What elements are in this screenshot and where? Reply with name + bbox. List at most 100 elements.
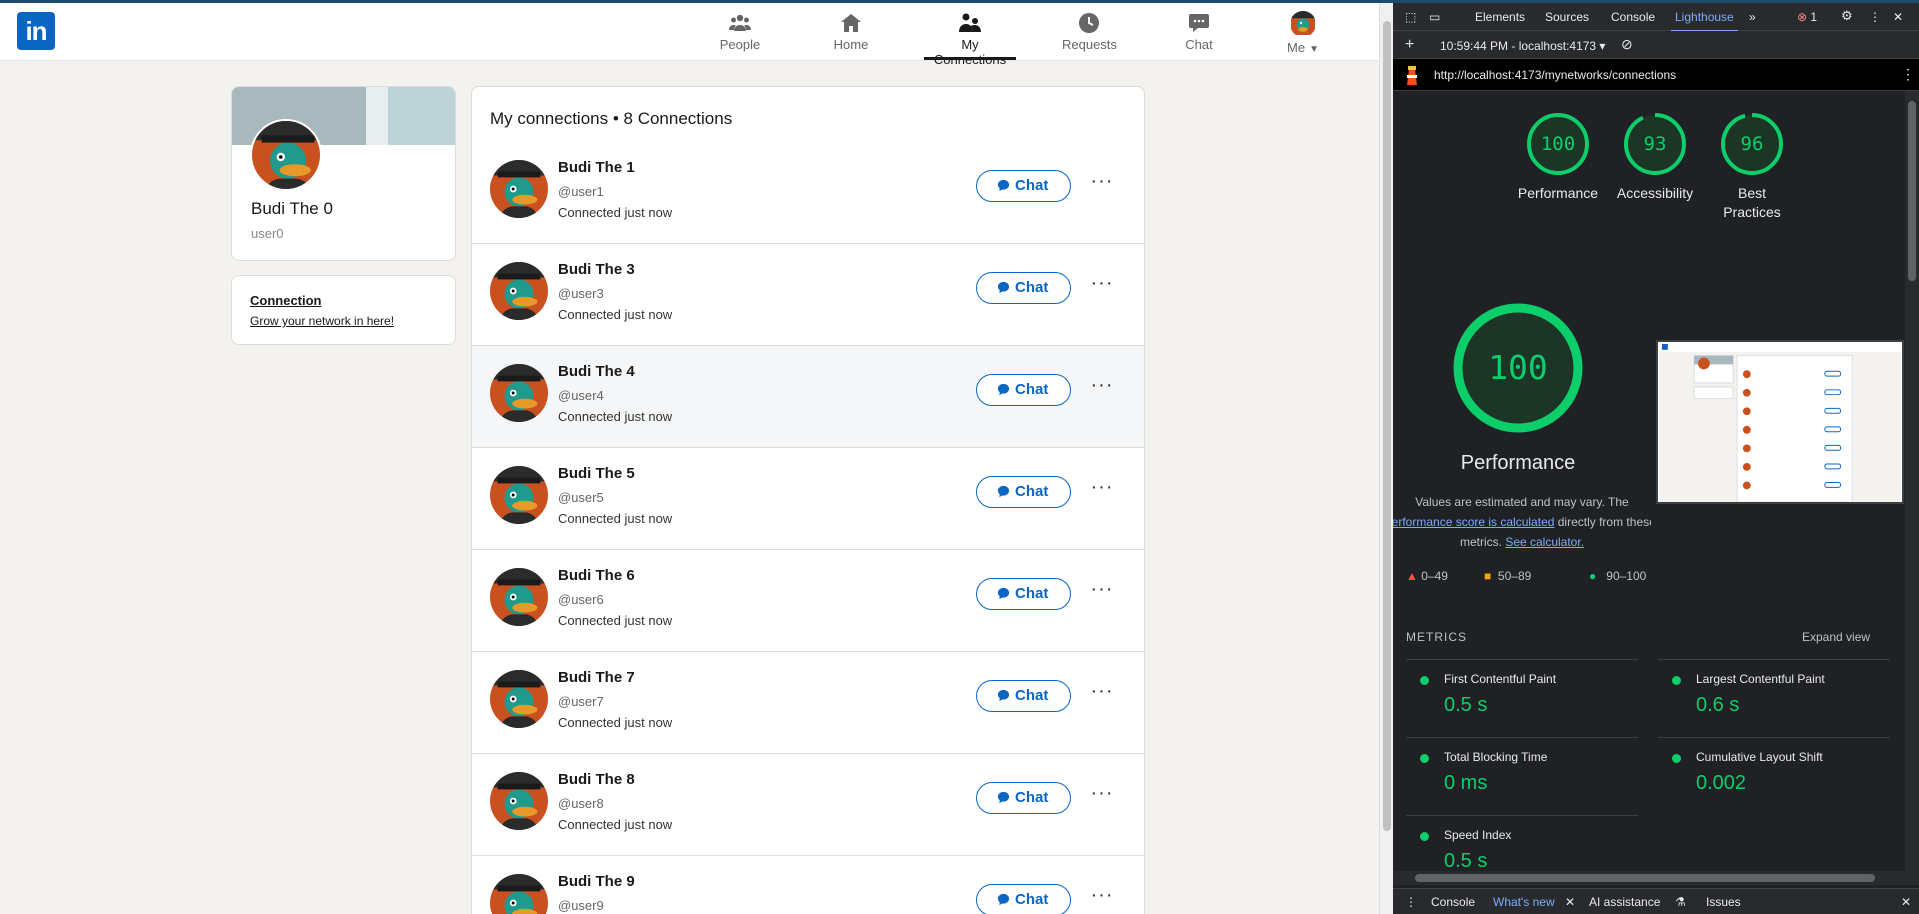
kebab-menu-icon[interactable]: ⋮ (1869, 10, 1881, 24)
connection-username: @user1 (558, 184, 604, 199)
connection-name[interactable]: Budi The 6 (558, 567, 635, 584)
connection-avatar[interactable] (490, 262, 548, 320)
drawer-tab-ai-assistance[interactable]: AI assistance (1589, 895, 1660, 909)
connection-row[interactable]: Budi The 4 @user4 Connected just now Chat ··… (472, 346, 1144, 448)
error-badge-icon[interactable]: ⊗ 1 (1797, 10, 1817, 24)
connection-name[interactable]: Budi The 1 (558, 159, 635, 176)
connection-row[interactable]: Budi The 6 @user6 Connected just now Chat ··… (472, 550, 1144, 652)
connection-row[interactable]: Budi The 9@user9Connected just nowChat··… (472, 856, 1144, 914)
tab-sources[interactable]: Sources (1545, 10, 1589, 24)
connection-row[interactable]: Budi The 8 @user8 Connected just now Chat ··… (472, 754, 1144, 856)
tab-elements[interactable]: Elements (1475, 10, 1525, 24)
connection-avatar[interactable] (490, 466, 548, 524)
drawer-menu-icon[interactable]: ⋮ (1405, 895, 1417, 909)
gear-icon[interactable]: ⚙ (1841, 8, 1853, 24)
close-whats-new-icon[interactable]: ✕ (1565, 895, 1575, 909)
connection-row[interactable]: Budi The 1 @user1 Connected just now Chat ··… (472, 142, 1144, 244)
chat-button[interactable]: Chat (976, 476, 1071, 508)
connection-row[interactable]: Budi The 5 @user5 Connected just now Chat ··… (472, 448, 1144, 550)
nav-my-connections[interactable]: My Connections (924, 11, 1016, 67)
connection-avatar[interactable] (490, 874, 548, 914)
chat-button[interactable]: Chat (976, 170, 1071, 202)
devtools-horizontal-scrollbar[interactable] (1393, 871, 1919, 885)
connection-avatar[interactable] (490, 670, 548, 728)
more-options-button[interactable]: ··· (1090, 681, 1114, 706)
legend-average: ■ 50–89 (1484, 569, 1531, 583)
more-options-button[interactable]: ··· (1090, 375, 1114, 400)
chat-button[interactable]: Chat (976, 578, 1071, 610)
connection-title[interactable]: Connection (250, 293, 322, 308)
scrollbar-thumb[interactable] (1383, 21, 1391, 831)
metric-label: Cumulative Layout Shift (1696, 750, 1823, 764)
connection-name[interactable]: Budi The 7 (558, 669, 635, 686)
connection-avatar[interactable] (490, 568, 548, 626)
report-selector[interactable]: 10:59:44 PM - localhost:4173 ▾ (1440, 39, 1605, 53)
connection-avatar[interactable] (490, 772, 548, 830)
close-devtools-icon[interactable]: ✕ (1893, 10, 1903, 24)
clear-icon[interactable]: ⊘ (1621, 36, 1633, 53)
devtools-drawer-tabs: ⋮ Console What's new ✕ AI assistance ⚗ I… (1393, 888, 1919, 914)
nav-chat[interactable]: Chat (1183, 11, 1215, 59)
legend-fail-label: 0–49 (1421, 569, 1448, 583)
tab-lighthouse[interactable]: Lighthouse (1671, 10, 1738, 32)
connection-avatar[interactable] (490, 160, 548, 218)
more-options-button[interactable]: ··· (1090, 783, 1114, 808)
nav-people[interactable]: People (718, 11, 762, 59)
nav-home[interactable]: Home (829, 11, 873, 59)
drawer-tab-console[interactable]: Console (1431, 895, 1475, 909)
connection-name[interactable]: Budi The 4 (558, 363, 635, 380)
score-gauge[interactable]: 96 (1719, 111, 1785, 177)
connection-name[interactable]: Budi The 8 (558, 771, 635, 788)
plus-icon[interactable]: + (1405, 36, 1414, 54)
devtools-vertical-scrollbar[interactable] (1905, 91, 1919, 871)
connection-row[interactable]: Budi The 3 @user3 Connected just now Chat ··… (472, 244, 1144, 346)
more-options-button[interactable]: ··· (1090, 273, 1114, 298)
inspect-icon[interactable]: ⬚ (1405, 10, 1416, 24)
profile-card[interactable]: Budi The 0 user0 (231, 86, 456, 261)
connection-username: @user5 (558, 490, 604, 505)
metric-label: Largest Contentful Paint (1696, 672, 1825, 686)
tab-console[interactable]: Console (1611, 10, 1655, 24)
metrics-heading: METRICS (1406, 630, 1467, 644)
more-options-button[interactable]: ··· (1090, 579, 1114, 604)
linkedin-logo[interactable]: in (17, 12, 55, 50)
url-kebab-icon[interactable]: ⋮ (1901, 66, 1915, 83)
drawer-tab-issues[interactable]: Issues (1706, 895, 1741, 909)
nav-me[interactable]: Me ▼ (1285, 11, 1321, 59)
chat-button[interactable]: Chat (976, 272, 1071, 304)
chat-button[interactable]: Chat (976, 680, 1071, 712)
audited-url[interactable]: http://localhost:4173/mynetworks/connect… (1434, 68, 1676, 82)
metric-label: First Contentful Paint (1444, 672, 1557, 686)
drawer-tab-whats-new[interactable]: What's new (1493, 895, 1555, 909)
devtools-vscroll-thumb[interactable] (1908, 101, 1916, 281)
chat-button-label: Chat (1015, 177, 1049, 194)
final-screenshot-thumbnail[interactable] (1656, 340, 1904, 504)
more-tabs-icon[interactable]: » (1749, 10, 1756, 24)
see-calculator-link[interactable]: See calculator. (1505, 535, 1584, 549)
grow-network-link[interactable]: Grow your network in here! (250, 314, 394, 328)
connection-name[interactable]: Budi The 3 (558, 261, 635, 278)
chat-button[interactable]: Chat (976, 374, 1071, 406)
more-options-button[interactable]: ··· (1090, 171, 1114, 196)
devtools-hscroll-thumb[interactable] (1415, 874, 1875, 882)
profile-name: Budi The 0 (251, 199, 333, 218)
connection-name[interactable]: Budi The 5 (558, 465, 635, 482)
device-toggle-icon[interactable]: ▭ (1429, 10, 1440, 24)
connection-row[interactable]: Budi The 7 @user7 Connected just now Chat ··… (472, 652, 1144, 754)
chat-button-label: Chat (1015, 381, 1049, 398)
score-gauge[interactable]: 100 (1525, 111, 1591, 177)
more-options-button[interactable]: ··· (1090, 477, 1114, 502)
nav-requests[interactable]: Requests (1062, 11, 1117, 59)
connection-name[interactable]: Budi The 9 (558, 873, 635, 890)
more-options-button[interactable]: ··· (1090, 885, 1114, 910)
chat-button[interactable]: Chat (976, 884, 1071, 914)
expand-view-toggle[interactable]: Expand view (1802, 630, 1870, 644)
close-drawer-icon[interactable]: ✕ (1901, 895, 1911, 909)
metric-value: 0.5 s (1444, 850, 1488, 872)
score-gauge[interactable]: 93 (1622, 111, 1688, 177)
connection-avatar[interactable] (490, 364, 548, 422)
page-scrollbar[interactable] (1379, 3, 1393, 914)
legend-average-label: 50–89 (1497, 569, 1532, 583)
chat-button[interactable]: Chat (976, 782, 1071, 814)
score-calculated-link[interactable]: performance score is calculated (1393, 515, 1554, 529)
